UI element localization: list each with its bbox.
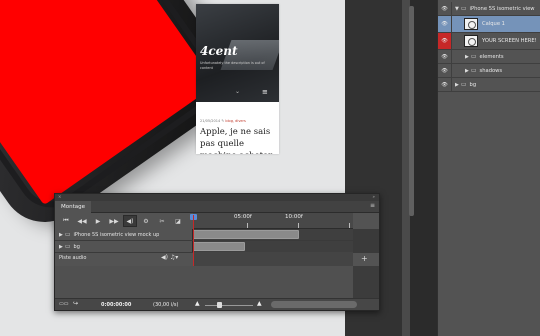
track-label: bg — [73, 243, 80, 250]
collapse-triangle-icon[interactable]: ▶ — [465, 68, 469, 74]
split-scissors-icon[interactable]: ✂ — [155, 215, 169, 227]
visibility-eye-icon[interactable]: 👁 — [438, 64, 452, 77]
render-video-icon[interactable]: ↪ — [73, 300, 78, 307]
timeline-scrollbar[interactable] — [271, 301, 357, 308]
layer-label: bg — [469, 81, 477, 88]
convert-frames-icon[interactable]: ▭▭ — [59, 301, 68, 307]
track-clip[interactable] — [193, 242, 245, 251]
visibility-eye-icon[interactable]: 👁 — [438, 16, 452, 32]
zoom-out-icon[interactable]: ▲ — [195, 300, 200, 307]
go-to-first-frame-icon[interactable]: ⏮ — [59, 215, 73, 227]
mockup-hero: 4cent Unfortunately the description is o… — [196, 4, 279, 102]
zoom-in-icon[interactable]: ▲ — [257, 300, 262, 307]
hamburger-menu-icon: ≡ — [262, 88, 268, 96]
expand-triangle-icon[interactable]: ▶ — [59, 232, 63, 238]
post-meta: 21/05/2014 ✎ blog, divers — [200, 119, 246, 123]
zoom-slider-track[interactable] — [205, 305, 253, 306]
website-mockup-preview: 4cent Unfortunately the description is o… — [196, 4, 279, 154]
smart-object-thumbnail — [464, 35, 478, 47]
collapse-triangle-icon[interactable]: ▶ — [465, 54, 469, 60]
ruler-label: 05:00f — [234, 214, 252, 220]
scroll-down-icon: ⌄ — [235, 88, 241, 95]
track-header[interactable]: ▶ ▭ iPhone 5S isometric view mock up — [55, 229, 193, 240]
visibility-eye-icon[interactable]: 👁 — [438, 50, 452, 63]
collapse-triangle-icon[interactable]: ▶ — [455, 82, 459, 88]
layer-label: iPhone 5S isometric view — [469, 5, 535, 12]
layer-row-group[interactable]: 👁 ▶ ▭ bg — [438, 78, 540, 92]
previous-frame-icon[interactable]: ◀◀ — [75, 215, 89, 227]
layer-row-group[interactable]: 👁 ▼ ▭ iPhone 5S isometric view — [438, 2, 540, 16]
post-tag: blog, divers — [225, 119, 246, 123]
folder-icon: ▭ — [64, 231, 71, 238]
folder-icon: ▭ — [64, 243, 71, 250]
frame-rate: (30,00 i/s) — [153, 302, 179, 308]
track-header[interactable]: ▶ ▭ bg — [55, 241, 193, 252]
track-gutter — [353, 229, 379, 240]
expand-triangle-icon[interactable]: ▼ — [455, 6, 459, 12]
add-track-button[interactable]: + — [361, 254, 368, 263]
layer-label: Calque 1 — [482, 21, 505, 27]
time-ruler[interactable]: 05:00f 10:00f — [193, 213, 353, 229]
layers-panel: 👁 ▼ ▭ iPhone 5S isometric view 👁 Calque … — [437, 0, 540, 336]
playback-toolbar: ⏮ ◀◀ ▶ ▶▶ ◀) ⚙ ✂ ◪ — [55, 213, 193, 229]
audio-track-label: Piste audio — [59, 255, 87, 261]
visibility-eye-icon[interactable]: 👁 — [438, 78, 452, 91]
next-frame-icon[interactable]: ▶▶ — [107, 215, 121, 227]
timeline-panel: × » Montage ≡ ⏮ ◀◀ ▶ ▶▶ ◀) ⚙ ✂ ◪ 05:00f … — [54, 193, 380, 311]
mockup-tagline: Unfortunately the description is out of … — [200, 61, 265, 70]
layer-label: YOUR SCREEN HERE! — [482, 38, 537, 44]
audio-lane[interactable] — [193, 252, 353, 266]
expand-triangle-icon[interactable]: ▶ — [59, 244, 63, 250]
smart-object-thumbnail — [464, 18, 478, 30]
layer-row-smart-object[interactable]: 👁 YOUR SCREEN HERE! — [438, 33, 540, 50]
ruler-tick — [298, 223, 299, 228]
timeline-empty-area — [55, 266, 379, 298]
mockup-logo: 4cent — [200, 44, 238, 58]
playhead-line — [193, 215, 194, 267]
close-icon[interactable]: × — [58, 194, 61, 199]
transition-icon[interactable]: ◪ — [171, 215, 185, 227]
ruler-tick — [247, 223, 248, 228]
post-title: Apple, je ne sais pas quelle machine ach… — [200, 127, 272, 154]
track-lane[interactable] — [193, 229, 353, 240]
post-date: 21/05/2014 — [200, 119, 221, 123]
timeline-gutter — [353, 266, 379, 298]
tab-montage[interactable]: Montage — [55, 201, 91, 213]
layer-row-group[interactable]: 👁 ▶ ▭ shadows — [438, 64, 540, 78]
visibility-eye-icon[interactable]: 👁 — [438, 33, 452, 49]
layer-row-selected[interactable]: 👁 Calque 1 — [438, 16, 540, 33]
track-gutter — [353, 241, 379, 252]
visibility-eye-icon[interactable]: 👁 — [438, 2, 452, 15]
settings-gear-icon[interactable]: ⚙ — [139, 215, 153, 227]
zoom-slider-knob[interactable] — [217, 302, 222, 308]
speaker-icon[interactable]: ◀) — [161, 254, 168, 261]
play-icon[interactable]: ▶ — [91, 215, 105, 227]
layer-label: shadows — [479, 67, 503, 74]
ruler-tick — [349, 223, 350, 228]
collapse-icon[interactable]: » — [373, 194, 375, 199]
folder-icon: ▭ — [460, 5, 467, 12]
track-lane[interactable] — [193, 241, 353, 252]
track-clip[interactable] — [193, 230, 299, 239]
timeline-statusbar: ▭▭ ↪ 0:00:00:00 (30,00 i/s) ▲ ▲ — [55, 298, 379, 310]
track-label: iPhone 5S isometric view mock up — [73, 231, 160, 238]
audio-track-row[interactable]: Piste audio ◀) ♫▾ + — [55, 252, 379, 266]
layer-row-group[interactable]: 👁 ▶ ▭ elements — [438, 50, 540, 64]
folder-icon: ▭ — [470, 67, 477, 74]
panel-tabbar: Montage ≡ — [55, 201, 379, 213]
panel-titlebar[interactable]: × » — [55, 194, 379, 201]
folder-icon: ▭ — [460, 81, 467, 88]
panel-menu-icon[interactable]: ≡ — [370, 202, 375, 209]
track-row[interactable]: ▶ ▭ iPhone 5S isometric view mock up — [55, 229, 379, 241]
folder-icon: ▭ — [470, 53, 477, 60]
audio-mute-icon[interactable]: ◀) — [123, 215, 137, 227]
canvas-scrollbar[interactable] — [409, 6, 414, 216]
music-note-icon[interactable]: ♫▾ — [170, 254, 178, 261]
layer-label: elements — [479, 53, 504, 60]
current-time: 0:00:00:00 — [101, 302, 132, 308]
ruler-label: 10:00f — [285, 214, 303, 220]
